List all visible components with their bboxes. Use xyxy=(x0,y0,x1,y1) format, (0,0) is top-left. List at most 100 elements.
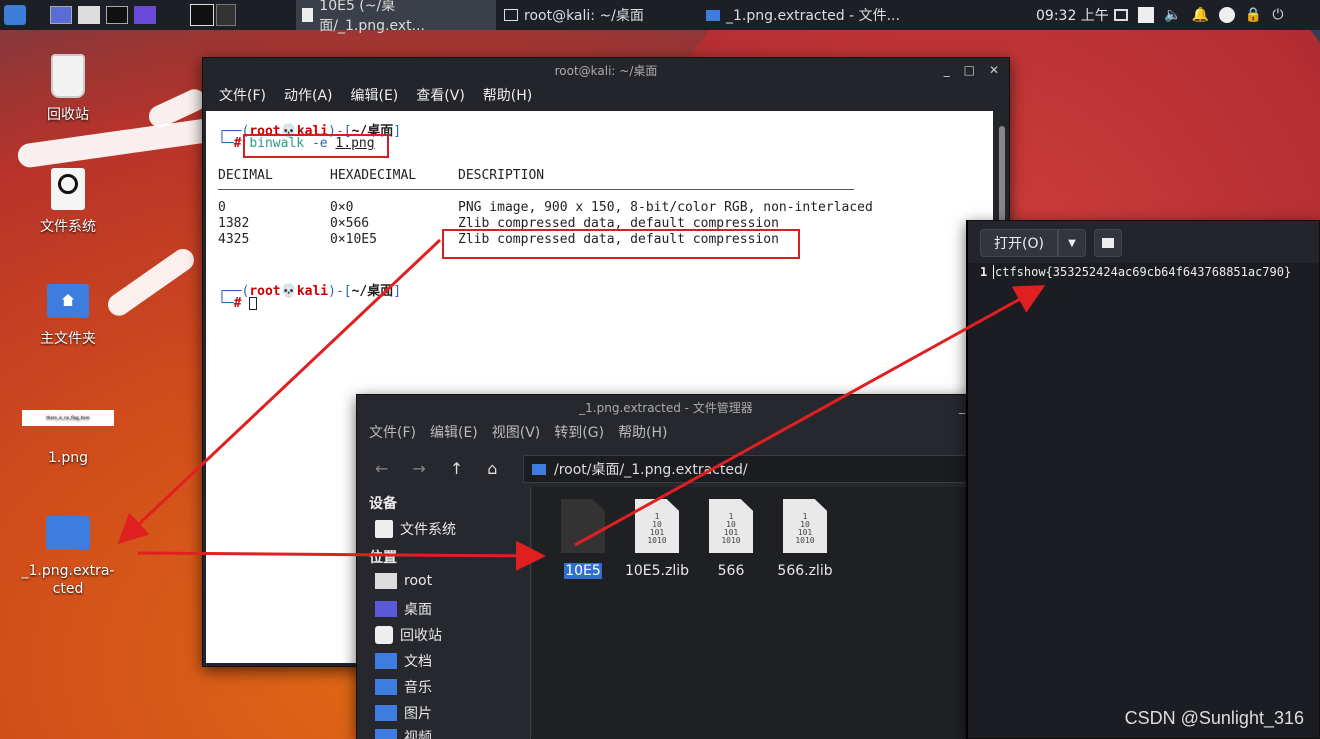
file-name: 566 xyxy=(717,563,745,579)
file-item-566[interactable]: 1 10 101 1010 566 xyxy=(694,499,768,579)
open-dropdown-button[interactable]: ▼ xyxy=(1058,229,1086,257)
taskbar-editor[interactable]: 10E5 (~/桌面/_1.png.ext... xyxy=(296,0,496,34)
side-item-root[interactable]: root xyxy=(375,573,432,589)
home-icon xyxy=(375,573,397,589)
side-item-label: 图片 xyxy=(404,706,432,722)
editor-text-area[interactable]: 1 ctfshow{353252424ac69cb64f643768851ac7… xyxy=(968,263,1319,738)
highlight-box-row xyxy=(442,229,800,259)
maximize-icon[interactable]: □ xyxy=(964,63,975,77)
menu-help[interactable]: 帮助(H) xyxy=(618,422,667,442)
document-icon xyxy=(302,8,314,22)
file-name: 10E5.zlib xyxy=(624,563,690,579)
output-row: 0×566 xyxy=(330,216,370,231)
power-manager-icon[interactable] xyxy=(1218,7,1235,23)
path-bar[interactable]: /root/桌面/_1.png.extracted/ xyxy=(523,455,983,483)
drive-icon xyxy=(375,520,393,538)
file-manager-icon[interactable] xyxy=(78,6,100,24)
line-number: 1 xyxy=(980,265,988,279)
side-item-videos[interactable]: 视频 xyxy=(375,727,432,739)
menu-help[interactable]: 帮助(H) xyxy=(483,85,532,105)
output-header: DESCRIPTION xyxy=(458,168,545,183)
show-desktop-icon[interactable] xyxy=(50,6,72,24)
desktop-icon-filesystem[interactable]: 文件系统 xyxy=(18,168,118,236)
trash-icon xyxy=(375,626,393,644)
file-item-566-zlib[interactable]: 1 10 101 1010 566.zlib xyxy=(768,499,842,579)
menu-view[interactable]: 视图(V) xyxy=(492,422,541,442)
file-manager-titlebar[interactable]: _1.png.extracted - 文件管理器 _ xyxy=(357,395,975,419)
menu-edit[interactable]: 编辑(E) xyxy=(430,422,478,442)
menu-actions[interactable]: 动作(A) xyxy=(284,85,333,105)
highlight-box-command xyxy=(243,134,389,158)
side-item-documents[interactable]: 文档 xyxy=(375,651,432,671)
menu-file[interactable]: 文件(F) xyxy=(219,85,266,105)
top-panel: 10E5 (~/桌面/_1.png.ext... root@kali: ~/桌面… xyxy=(0,0,1320,34)
videos-folder-icon xyxy=(375,729,397,739)
binary-file-icon: 1 10 101 1010 xyxy=(783,499,827,553)
text-file-icon xyxy=(561,499,605,553)
side-item-label: 桌面 xyxy=(404,602,432,618)
forward-icon[interactable]: → xyxy=(412,459,425,478)
output-row: 0 xyxy=(218,200,226,215)
divider xyxy=(218,189,854,190)
workspace-switcher[interactable] xyxy=(190,0,236,30)
taskbar-terminal[interactable]: root@kali: ~/桌面 xyxy=(498,0,698,30)
clock[interactable]: 09:32 上午 xyxy=(1036,0,1109,30)
taskbar-file-manager[interactable]: _1.png.extracted - 文件... xyxy=(700,0,910,30)
volume-icon[interactable]: 🔈 xyxy=(1164,7,1181,23)
minimize-icon[interactable]: _ xyxy=(959,400,965,414)
terminal-titlebar[interactable]: root@kali: ~/桌面 _ □ ✕ xyxy=(203,58,1009,82)
display-icon[interactable] xyxy=(1114,9,1128,21)
open-button[interactable]: 打开(O) xyxy=(980,229,1058,257)
desktop-icon-extracted-folder[interactable]: _1.png.extra- cted xyxy=(18,516,118,598)
path-text: /root/桌面/_1.png.extracted/ xyxy=(554,462,748,478)
output-header: HEXADECIMAL xyxy=(330,168,417,183)
home-folder-icon xyxy=(47,284,89,318)
menu-view[interactable]: 查看(V) xyxy=(416,85,465,105)
trash-icon xyxy=(51,54,85,98)
watermark: CSDN @Sunlight_316 xyxy=(1124,708,1304,728)
side-item-filesystem[interactable]: 文件系统 xyxy=(375,519,456,539)
home-icon[interactable]: ⌂ xyxy=(487,459,497,478)
close-icon[interactable]: ✕ xyxy=(989,63,999,77)
menu-go[interactable]: 转到(G) xyxy=(554,422,604,442)
terminal-cursor xyxy=(249,297,258,310)
up-icon[interactable]: ↑ xyxy=(450,459,463,478)
workspace-1[interactable] xyxy=(190,4,214,26)
desktop-icon-1png[interactable]: there_is_no_flag_here 1.png xyxy=(18,410,118,466)
menu-edit[interactable]: 编辑(E) xyxy=(351,85,399,105)
side-pane: 设备 文件系统 位置 root 桌面 回收站 文档 音乐 图片 视频 xyxy=(357,487,531,739)
minimize-icon[interactable]: _ xyxy=(944,63,950,77)
new-tab-button[interactable] xyxy=(1094,229,1122,257)
screen-recorder-icon[interactable] xyxy=(134,6,156,24)
desktop-icon-label: _1.png.extra- cted xyxy=(21,563,115,597)
taskbar-label: root@kali: ~/桌面 xyxy=(524,8,644,24)
desktop-icon-home[interactable]: 主文件夹 xyxy=(18,284,118,348)
keyboard-icon[interactable] xyxy=(1138,7,1154,23)
menu-file[interactable]: 文件(F) xyxy=(369,422,416,442)
side-item-label: 音乐 xyxy=(404,680,432,696)
side-item-music[interactable]: 音乐 xyxy=(375,677,432,697)
file-item-10e5[interactable]: 10E5 xyxy=(546,499,620,579)
terminal-icon xyxy=(504,9,518,21)
window-title: root@kali: ~/桌面 xyxy=(554,63,658,78)
side-item-desktop[interactable]: 桌面 xyxy=(375,599,432,619)
output-row: 0×10E5 xyxy=(330,232,377,247)
desktop-icon-trash[interactable]: 回收站 xyxy=(18,54,118,124)
output-row: 4325 xyxy=(218,232,250,247)
terminal-icon[interactable] xyxy=(106,6,128,24)
pictures-folder-icon xyxy=(375,705,397,721)
taskbar-label: _1.png.extracted - 文件... xyxy=(726,8,900,24)
text-editor-window: 打开(O) ▼ 1 ctfshow{353252424ac69cb64f6437… xyxy=(966,220,1320,739)
file-item-10e5-zlib[interactable]: 1 10 101 1010 10E5.zlib xyxy=(620,499,694,579)
back-icon[interactable]: ← xyxy=(375,459,388,478)
side-header-devices: 设备 xyxy=(369,496,397,512)
kali-menu-icon[interactable] xyxy=(4,0,26,30)
side-item-trash[interactable]: 回收站 xyxy=(375,625,442,645)
workspace-2[interactable] xyxy=(216,4,236,26)
lock-icon[interactable]: 🔒 xyxy=(1245,7,1262,23)
side-item-pictures[interactable]: 图片 xyxy=(375,703,432,723)
terminal-menubar: 文件(F) 动作(A) 编辑(E) 查看(V) 帮助(H) xyxy=(203,82,1009,108)
notification-icon[interactable]: 🔔 xyxy=(1191,7,1208,23)
documents-folder-icon xyxy=(375,653,397,669)
logout-icon[interactable]: ⏻ xyxy=(1272,7,1283,23)
